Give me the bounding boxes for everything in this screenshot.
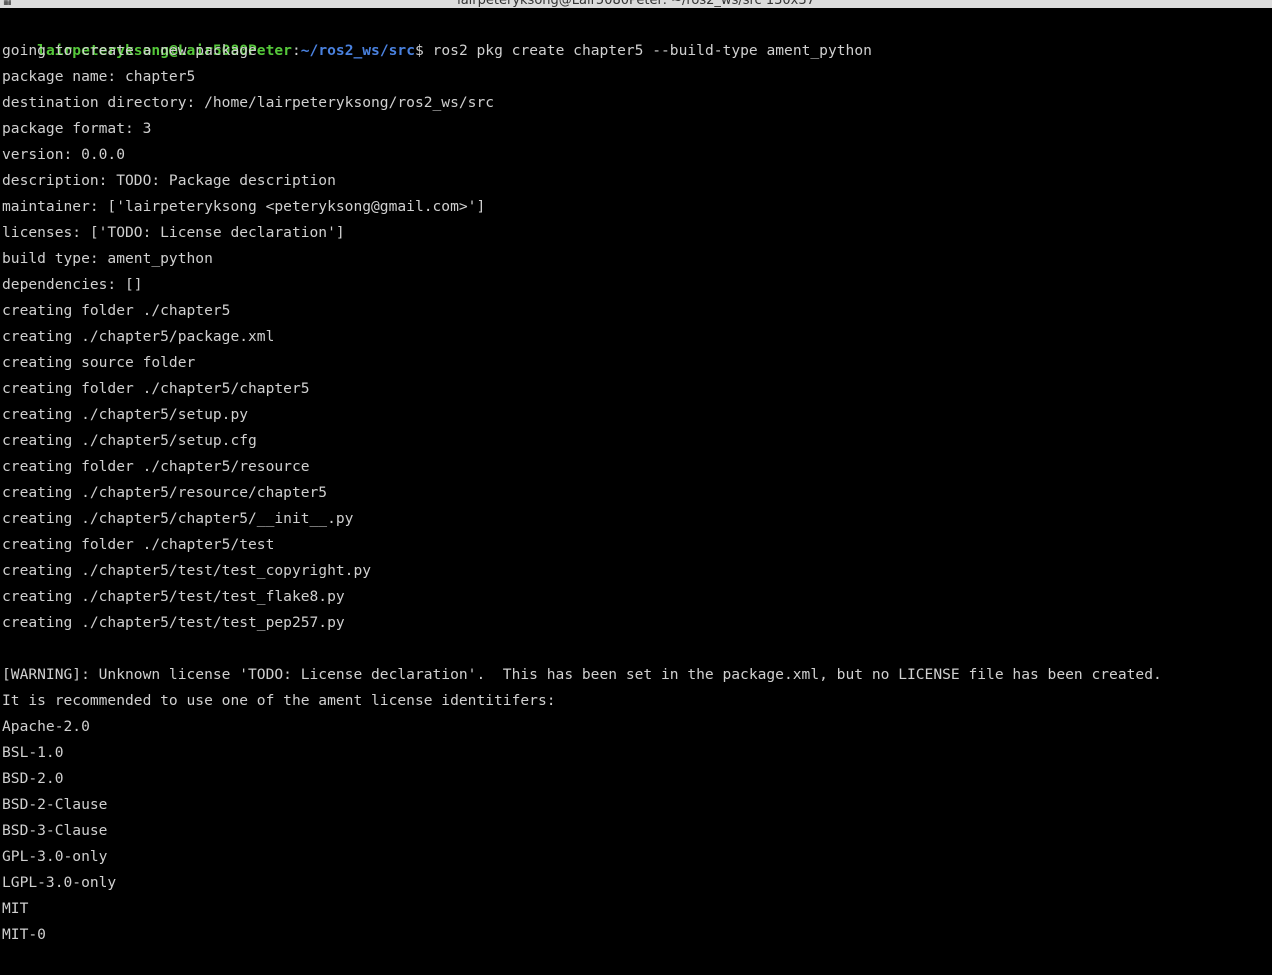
output-line: creating source folder xyxy=(2,354,196,371)
output-line: GPL-3.0-only xyxy=(2,848,108,865)
output-line: creating folder ./chapter5 xyxy=(2,302,231,319)
output-line: BSD-2.0 xyxy=(2,770,64,787)
output-line: creating folder ./chapter5/resource xyxy=(2,458,310,475)
output-line: package format: 3 xyxy=(2,120,152,137)
output-line: creating ./chapter5/test/test_copyright.… xyxy=(2,562,372,579)
output-line: [WARNING]: Unknown license 'TODO: Licens… xyxy=(2,666,1162,683)
output-line: creating folder ./chapter5/chapter5 xyxy=(2,380,310,397)
output-line: creating ./chapter5/resource/chapter5 xyxy=(2,484,328,501)
active-prompt-line[interactable]: lairpeteryksong@Lair5080Peter:~/ros2_ws/… xyxy=(2,948,435,974)
output-line: BSD-3-Clause xyxy=(2,822,108,839)
command-text: ros2 pkg create chapter5 --build-type am… xyxy=(423,42,872,59)
output-line: creating ./chapter5/package.xml xyxy=(2,328,275,345)
output-line: package name: chapter5 xyxy=(2,68,196,85)
output-line: version: 0.0.0 xyxy=(2,146,126,163)
output-line: dependencies: [] xyxy=(2,276,143,293)
prompt-colon: : xyxy=(291,42,301,59)
output-line: It is recommended to use one of the amen… xyxy=(2,692,556,709)
output-line: creating ./chapter5/chapter5/__init__.py xyxy=(2,510,354,527)
output-line: licenses: ['TODO: License declaration'] xyxy=(2,224,345,241)
output-line: destination directory: /home/lairpeteryk… xyxy=(2,94,495,111)
output-line: Apache-2.0 xyxy=(2,718,90,735)
output-line: MIT xyxy=(2,900,29,917)
output-line: creating ./chapter5/test/test_flake8.py xyxy=(2,588,345,605)
output-line: creating folder ./chapter5/test xyxy=(2,536,275,553)
output-line: LGPL-3.0-only xyxy=(2,874,117,891)
output-line: maintainer: ['lairpeteryksong <peterykso… xyxy=(2,198,486,215)
prompt-path: ~/ros2_ws/src xyxy=(300,42,415,59)
output-line: creating ./chapter5/test/test_pep257.py xyxy=(2,614,345,631)
output-line: creating ./chapter5/setup.py xyxy=(2,406,249,423)
output-line: build type: ament_python xyxy=(2,250,213,267)
window-titlebar: ▦ lairpeteryksong@Lair5080Peter: ~/ros2_… xyxy=(0,0,1272,8)
terminal-output-area[interactable]: lairpeteryksong@Lair5080Peter:~/ros2_ws/… xyxy=(0,8,1272,975)
output-line: BSL-1.0 xyxy=(2,744,64,761)
window-title: lairpeteryksong@Lair5080Peter: ~/ros2_ws… xyxy=(457,0,815,8)
command-prompt-line: lairpeteryksong@Lair5080Peter:~/ros2_ws/… xyxy=(2,12,872,59)
output-line: going to create a new package xyxy=(2,42,257,59)
output-line: BSD-2-Clause xyxy=(2,796,108,813)
output-line: description: TODO: Package description xyxy=(2,172,336,189)
prompt-dollar: $ xyxy=(415,42,424,59)
output-line: creating ./chapter5/setup.cfg xyxy=(2,432,257,449)
output-line: MIT-0 xyxy=(2,926,46,943)
